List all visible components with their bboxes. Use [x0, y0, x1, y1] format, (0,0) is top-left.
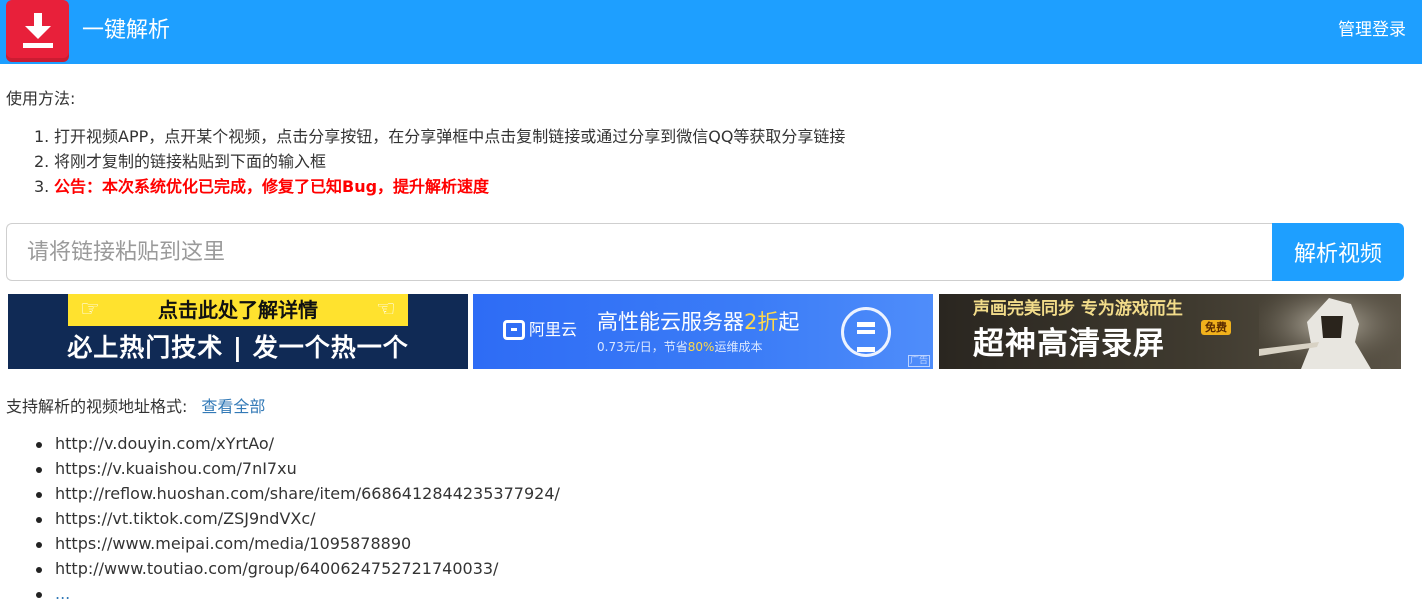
sub-part: 0.73元/日，节省: [597, 340, 688, 354]
ad-subtext: 0.73元/日，节省80%运维成本: [597, 339, 762, 355]
list-item: http://www.toutiao.com/group/64006247527…: [36, 556, 560, 581]
ad-banner-hot-tech[interactable]: ☞ 点击此处了解详情 ☜ 必上热门技术 | 发一个热一个: [8, 294, 468, 369]
hooded-figure-image: [1259, 294, 1401, 369]
supported-formats-row: 支持解析的视频地址格式: 查看全部: [6, 396, 265, 418]
download-logo-icon[interactable]: [6, 0, 69, 62]
link-input[interactable]: [6, 223, 1272, 281]
list-item: http://v.douyin.com/xYrtAo/: [36, 431, 560, 456]
headline-highlight: 2折: [744, 310, 779, 334]
notice-step: 3. 公告：本次系统优化已完成，修复了已知Bug，提升解析速度: [34, 174, 845, 199]
step-number: 2.: [34, 152, 50, 171]
step-number: 3.: [34, 177, 50, 196]
list-item: https://v.kuaishou.com/7nI7xu: [36, 456, 560, 481]
ad-top-text: 点击此处了解详情: [158, 298, 318, 322]
ad-bottom-text: 必上热门技术 | 发一个热一个: [67, 333, 409, 362]
header-bar: 一键解析 管理登录: [0, 0, 1422, 64]
more-link[interactable]: ...: [36, 581, 560, 606]
parse-video-button[interactable]: 解析视频: [1272, 223, 1404, 281]
ad-big-text: 超神高清录屏: [973, 326, 1165, 362]
ad-top-text: 声画完美同步 专为游戏而生: [973, 299, 1183, 319]
ad-brand: 阿里云: [529, 320, 578, 339]
ad-headline: 高性能云服务器2折起: [597, 308, 799, 336]
usage-steps-list: 1. 打开视频APP，点开某个视频，点击分享按钮，在分享弹框中点击复制链接或通过分…: [34, 124, 845, 199]
aliyun-logo-icon: [503, 320, 525, 340]
list-item: http://reflow.huoshan.com/share/item/668…: [36, 481, 560, 506]
view-all-link[interactable]: 查看全部: [201, 397, 265, 416]
pointing-hand-icon: ☜: [376, 297, 396, 322]
supported-url-list: http://v.douyin.com/xYrtAo/ https://v.ku…: [36, 431, 560, 606]
list-item: https://www.meipai.com/media/1095878890: [36, 531, 560, 556]
server-icon: [841, 307, 891, 357]
link-input-group: 解析视频: [6, 223, 1404, 281]
usage-step: 2. 将刚才复制的链接粘贴到下面的输入框: [34, 149, 845, 174]
download-arrow-icon: [23, 13, 53, 48]
headline-part: 起: [778, 310, 800, 334]
ad-banner-screen-recorder[interactable]: 声画完美同步 专为游戏而生 超神高清录屏 免费: [939, 294, 1401, 369]
supported-formats-label: 支持解析的视频地址格式:: [6, 397, 188, 416]
usage-heading: 使用方法:: [6, 89, 76, 108]
site-title: 一键解析: [82, 18, 171, 43]
step-text: 打开视频APP，点开某个视频，点击分享按钮，在分享弹框中点击复制链接或通过分享到…: [54, 127, 846, 146]
notice-text: 公告：本次系统优化已完成，修复了已知Bug，提升解析速度: [54, 177, 490, 196]
admin-login-link[interactable]: 管理登录: [1338, 18, 1406, 42]
ad-label: 广告: [907, 355, 930, 367]
sub-part: 运维成本: [714, 340, 763, 354]
sub-highlight: 80%: [687, 340, 715, 354]
ad-banner-aliyun[interactable]: 阿里云 高性能云服务器2折起 0.73元/日，节省80%运维成本 广告: [473, 294, 933, 369]
step-number: 1.: [34, 127, 50, 146]
list-item: https://vt.tiktok.com/ZSJ9ndVXc/: [36, 506, 560, 531]
headline-part: 高性能云服务器: [597, 310, 744, 334]
free-badge: 免费: [1201, 320, 1231, 335]
usage-step: 1. 打开视频APP，点开某个视频，点击分享按钮，在分享弹框中点击复制链接或通过分…: [34, 124, 845, 149]
step-text: 将刚才复制的链接粘贴到下面的输入框: [54, 152, 327, 171]
